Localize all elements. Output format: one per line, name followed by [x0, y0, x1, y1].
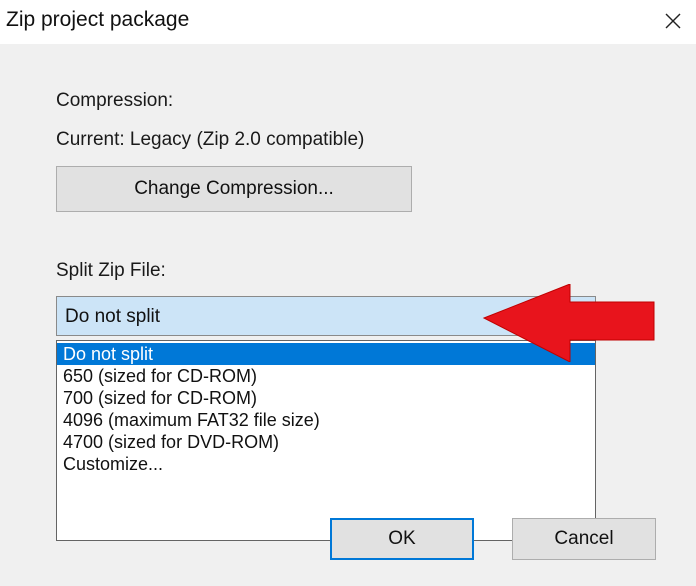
title-bar[interactable]: Zip project package — [0, 0, 696, 44]
option-650-cd-rom[interactable]: 650 (sized for CD-ROM) — [57, 365, 595, 387]
option-700-cd-rom[interactable]: 700 (sized for CD-ROM) — [57, 387, 595, 409]
option-customize[interactable]: Customize... — [57, 453, 595, 475]
change-compression-button[interactable]: Change Compression... — [56, 166, 412, 212]
cancel-button[interactable]: Cancel — [512, 518, 656, 560]
split-zip-file-label: Split Zip File: — [56, 260, 166, 281]
split-options-dropdown[interactable]: Do not split 650 (sized for CD-ROM) 700 … — [56, 340, 596, 541]
dialog-content: Compression: Current: Legacy (Zip 2.0 co… — [0, 44, 696, 586]
combobox-selected-value: Do not split — [65, 306, 161, 327]
option-4700-dvd-rom[interactable]: 4700 (sized for DVD-ROM) — [57, 431, 595, 453]
close-icon — [665, 13, 681, 29]
zip-project-package-dialog: Zip project package Compression: Current… — [0, 0, 696, 586]
ok-button[interactable]: OK — [330, 518, 474, 560]
option-4096-fat32[interactable]: 4096 (maximum FAT32 file size) — [57, 409, 595, 431]
compression-label: Compression: — [56, 90, 174, 111]
close-button[interactable] — [656, 4, 690, 38]
red-arrow-icon — [482, 284, 655, 362]
dialog-title: Zip project package — [6, 8, 190, 31]
current-compression-text: Current: Legacy (Zip 2.0 compatible) — [56, 129, 365, 150]
